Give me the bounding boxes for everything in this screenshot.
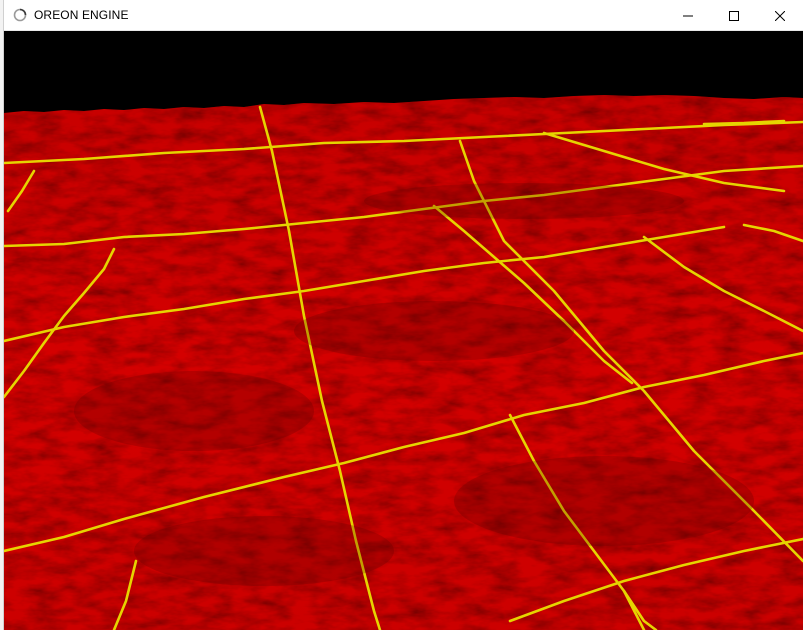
minimize-icon bbox=[683, 15, 693, 16]
app-window: OREON ENGINE bbox=[4, 0, 803, 630]
maximize-icon bbox=[729, 10, 739, 21]
window-title: OREON ENGINE bbox=[34, 8, 129, 22]
terrain-scene bbox=[4, 31, 803, 630]
close-button[interactable] bbox=[757, 0, 803, 31]
loading-ring-icon bbox=[13, 8, 27, 22]
title-bar[interactable]: OREON ENGINE bbox=[4, 0, 803, 31]
caption-buttons bbox=[665, 0, 803, 31]
close-icon bbox=[775, 10, 785, 21]
maximize-button[interactable] bbox=[711, 0, 757, 31]
minimize-button[interactable] bbox=[665, 0, 711, 31]
render-viewport[interactable] bbox=[4, 31, 803, 630]
